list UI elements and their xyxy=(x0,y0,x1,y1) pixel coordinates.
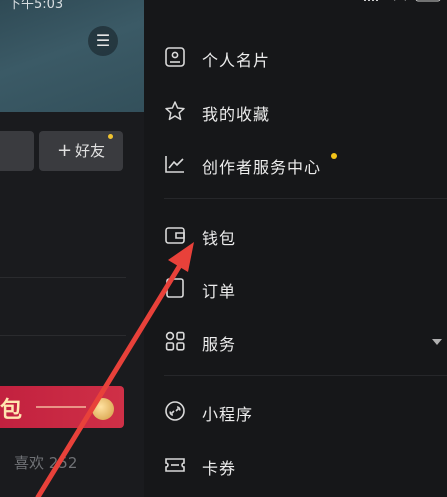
plus-icon: + xyxy=(56,140,73,161)
star-icon xyxy=(165,101,185,121)
menu-item-mini-programs[interactable]: 小程序 xyxy=(144,389,447,433)
coin-icon xyxy=(92,398,114,420)
menu-item-coupons[interactable]: 卡券 xyxy=(144,443,447,487)
notification-badge xyxy=(331,153,337,159)
side-drawer: 个人名片 我的收藏 创作者服务中心 钱包 订单 服务 小程序 卡券 xyxy=(144,0,447,497)
chevron-down-icon[interactable] xyxy=(432,339,442,345)
menu-item-services[interactable]: 服务 xyxy=(144,319,447,363)
menu-icon[interactable]: ☰ xyxy=(88,26,118,56)
add-friend-label: 好友 xyxy=(75,142,106,160)
menu-item-favorites[interactable]: 我的收藏 xyxy=(144,89,447,133)
menu-item-label: 卡券 xyxy=(202,459,237,478)
profile-background: 下午5:03 ☰ + 好友 包 喜欢 252 xyxy=(0,0,144,497)
menu-item-label: 服务 xyxy=(202,335,237,354)
divider xyxy=(164,198,447,199)
ticket-icon xyxy=(165,458,185,472)
wallet-icon xyxy=(165,227,185,244)
menu-item-label: 钱包 xyxy=(202,229,237,248)
menu-item-orders[interactable]: 订单 xyxy=(144,266,447,310)
decorative-line xyxy=(36,406,86,408)
profile-edit-button[interactable] xyxy=(0,131,34,171)
divider xyxy=(0,335,126,336)
signal-battery-icon xyxy=(364,0,441,2)
menu-item-label: 小程序 xyxy=(202,405,254,424)
menu-item-label: 个人名片 xyxy=(202,51,271,70)
divider xyxy=(164,375,447,376)
menu-item-wallet[interactable]: 钱包 xyxy=(144,213,447,257)
screen: 下午5:03 ☰ + 好友 包 喜欢 252 个人名片 我的收藏 创作者服务中心… xyxy=(0,0,447,497)
menu-item-business-card[interactable]: 个人名片 xyxy=(144,35,447,79)
chart-icon xyxy=(165,156,184,173)
id-card-icon xyxy=(165,47,185,67)
add-friend-badge xyxy=(108,134,113,139)
link-icon xyxy=(165,401,185,421)
menu-item-label: 创作者服务中心 xyxy=(202,158,322,177)
status-icons xyxy=(364,0,444,7)
divider xyxy=(0,277,126,278)
likes-tab[interactable]: 喜欢 252 xyxy=(14,452,77,473)
menu-item-label: 订单 xyxy=(202,282,237,301)
red-packet-text: 包 xyxy=(0,398,23,423)
menu-item-creator-center[interactable]: 创作者服务中心 xyxy=(144,142,447,186)
grid-icon xyxy=(165,331,185,351)
menu-item-label: 我的收藏 xyxy=(202,105,271,124)
status-time: 下午5:03 xyxy=(8,0,64,12)
order-icon xyxy=(166,278,184,298)
profile-banner: 下午5:03 ☰ xyxy=(0,0,144,112)
red-packet-banner[interactable]: 包 xyxy=(0,386,124,428)
